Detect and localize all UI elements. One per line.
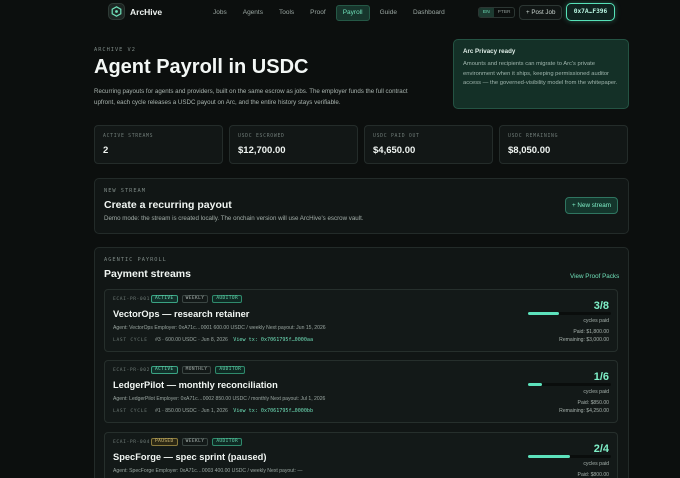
stream-card[interactable]: ECAI-PR-001 ACTIVE WEEKLY AUDITOR Vector…: [104, 289, 618, 352]
frequency-badge: WEEKLY: [181, 438, 209, 446]
cycles-progress-bar: [528, 383, 611, 386]
privacy-title: Arc Privacy ready: [463, 48, 516, 55]
stream-id: ECAI-PR-002: [113, 368, 151, 373]
cycles-count: 1/6: [593, 371, 609, 383]
status-badge: PAUSED: [151, 438, 178, 446]
last-cycle: LAST CYCLE #3 · 600.00 USDC · Jun 8, 202…: [113, 337, 313, 343]
remaining-amount: Remaining: $4,250.00: [559, 408, 609, 414]
top-nav: ArcHive Jobs Agents Tools Proof Payroll …: [0, 0, 680, 26]
nav-link-proof[interactable]: Proof: [304, 5, 332, 21]
new-stream-title: Create a recurring payout: [104, 199, 232, 211]
hero-eyebrow: ARCHIVE V2: [94, 47, 136, 53]
view-proof-packs-link[interactable]: View Proof Packs: [570, 273, 619, 280]
stream-meta: Agent: VectorOps Employer: 0xA71c…0001 6…: [113, 325, 326, 331]
stat-usdc-remaining: USDC REMAINING $8,050.00: [499, 125, 628, 164]
frequency-badge: MONTHLY: [181, 366, 212, 374]
stream-id: ECAI-PR-004: [113, 440, 151, 445]
last-cycle-text: #1 · 850.00 USDC · Jun 1, 2026: [155, 408, 228, 414]
payment-streams-title: Payment streams: [104, 268, 191, 280]
stream-badges: ACTIVE WEEKLY AUDITOR: [151, 295, 243, 303]
cycles-label: cycles paid: [583, 389, 609, 395]
stream-title: LedgerPilot — monthly reconciliation: [113, 380, 278, 390]
nav-link-agents[interactable]: Agents: [237, 5, 269, 21]
nav-link-guide[interactable]: Guide: [374, 5, 403, 21]
new-stream-button[interactable]: + New stream: [565, 197, 618, 214]
cycles-progress-bar: [528, 312, 611, 315]
hero-description: Recurring payouts for agents and provide…: [94, 88, 408, 106]
cycles-progress-bar: [528, 455, 611, 458]
frequency-badge: WEEKLY: [181, 295, 209, 303]
stream-badges: PAUSED WEEKLY AUDITOR: [151, 438, 243, 446]
wallet-button[interactable]: 0x7A…F396: [566, 3, 615, 21]
last-cycle-label: LAST CYCLE: [113, 409, 148, 414]
nav-link-dashboard[interactable]: Dashboard: [407, 5, 451, 21]
remaining-amount: Remaining: $3,000.00: [559, 337, 609, 343]
stat-label: ACTIVE STREAMS: [103, 134, 154, 139]
cycles-label: cycles paid: [583, 461, 609, 467]
view-tx-link[interactable]: View tx: 0x7061795f…0000bb: [233, 408, 313, 414]
status-badge: ACTIVE: [151, 366, 178, 374]
brand-name[interactable]: ArcHive: [130, 7, 162, 17]
privacy-callout: Arc Privacy ready Amounts and recipients…: [453, 39, 629, 109]
language-switch: EN PTBR: [478, 7, 516, 18]
last-cycle-label: LAST CYCLE: [113, 338, 148, 343]
stat-label: USDC PAID OUT: [373, 134, 420, 139]
paid-amount: Paid: $1,800.00: [573, 329, 609, 335]
stat-value: $8,050.00: [508, 145, 551, 156]
stat-value: $4,650.00: [373, 145, 416, 156]
cycles-count: 3/8: [593, 300, 609, 312]
stat-active-streams: ACTIVE STREAMS 2: [94, 125, 223, 164]
stat-usdc-escrowed: USDC ESCROWED $12,700.00: [229, 125, 358, 164]
last-cycle: LAST CYCLE #1 · 850.00 USDC · Jun 1, 202…: [113, 408, 313, 414]
archive-logo-icon[interactable]: [108, 3, 125, 20]
privacy-body: Amounts and recipients can migrate to Ar…: [463, 61, 618, 86]
post-job-button[interactable]: + Post Job: [519, 5, 563, 20]
stream-card[interactable]: ECAI-PR-004 PAUSED WEEKLY AUDITOR SpecFo…: [104, 432, 618, 478]
paid-amount: Paid: $800.00: [577, 472, 609, 478]
stream-card[interactable]: ECAI-PR-002 ACTIVE MONTHLY AUDITOR Ledge…: [104, 360, 618, 423]
last-cycle-text: #3 · 600.00 USDC · Jun 8, 2026: [155, 337, 228, 343]
cycles-label: cycles paid: [583, 318, 609, 324]
auditor-badge: AUDITOR: [215, 366, 246, 374]
payroll-eyebrow: AGENTIC PAYROLL: [104, 257, 167, 263]
stat-value: 2: [103, 145, 109, 156]
auditor-badge: AUDITOR: [212, 438, 243, 446]
stat-label: USDC ESCROWED: [238, 134, 285, 139]
stat-label: USDC REMAINING: [508, 134, 559, 139]
view-tx-link[interactable]: View tx: 0x7061795f…0000aa: [233, 337, 313, 343]
hexagon-logo-icon: [111, 6, 122, 17]
stream-id: ECAI-PR-001: [113, 297, 151, 302]
nav-links: Jobs Agents Tools Proof Payroll Guide Da…: [207, 5, 451, 21]
stat-value: $12,700.00: [238, 145, 286, 156]
lang-ptbr[interactable]: PTBR: [494, 8, 515, 17]
stream-meta: Agent: SpecForge Employer: 0xA71c…0003 4…: [113, 468, 303, 474]
stream-meta: Agent: LedgerPilot Employer: 0xA71c…0002…: [113, 396, 326, 402]
new-stream-eyebrow: NEW STREAM: [104, 188, 146, 194]
lang-en[interactable]: EN: [479, 8, 494, 17]
auditor-badge: AUDITOR: [212, 295, 243, 303]
nav-link-tools[interactable]: Tools: [273, 5, 300, 21]
stream-badges: ACTIVE MONTHLY AUDITOR: [151, 366, 246, 374]
nav-link-payroll[interactable]: Payroll: [335, 5, 370, 21]
cycles-progress-fill: [528, 312, 560, 315]
cycles-progress-fill: [528, 383, 542, 386]
stream-title: SpecForge — spec sprint (paused): [113, 452, 267, 462]
new-stream-subtitle: Demo mode: the stream is created locally…: [104, 215, 364, 222]
paid-amount: Paid: $850.00: [577, 400, 609, 406]
nav-link-jobs[interactable]: Jobs: [207, 5, 233, 21]
cycles-progress-fill: [528, 455, 570, 458]
cycles-count: 2/4: [593, 443, 609, 455]
page-title: Agent Payroll in USDC: [94, 56, 309, 78]
stream-title: VectorOps — research retainer: [113, 309, 250, 319]
status-badge: ACTIVE: [151, 295, 178, 303]
stat-usdc-paid-out: USDC PAID OUT $4,650.00: [364, 125, 493, 164]
